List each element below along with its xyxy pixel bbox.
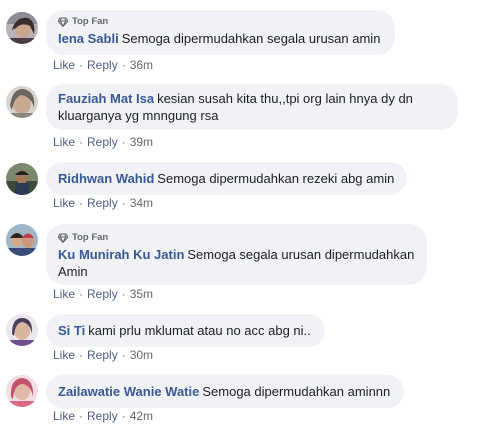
badge-label: Top Fan — [72, 232, 109, 243]
comment-actions: Like · Reply · 35m — [53, 287, 153, 301]
diamond-icon — [57, 233, 69, 244]
badge-label: Top Fan — [72, 16, 109, 27]
diamond-icon — [57, 17, 69, 28]
separator: · — [121, 409, 126, 423]
separator: · — [121, 135, 126, 149]
comment-bubble: Ridhwan Wahid Semoga dipermudahkan rezeki… — [46, 162, 407, 195]
comment-timestamp[interactable]: 34m — [130, 196, 153, 210]
avatar[interactable] — [6, 12, 38, 44]
comment-text: Semoga dipermudahkan rezeki abg amin — [157, 171, 395, 186]
comment-author[interactable]: Iena Sabli — [58, 31, 119, 46]
comment-timestamp[interactable]: 39m — [130, 135, 153, 149]
comment-actions: Like · Reply · 39m — [53, 135, 153, 149]
separator: · — [121, 196, 126, 210]
comment-actions: Like · Reply · 30m — [53, 348, 153, 362]
avatar[interactable] — [6, 224, 38, 256]
comment-text: Semoga dipermudahkan aminnn — [202, 384, 391, 399]
avatar[interactable] — [6, 375, 38, 407]
comment-bubble: Top Fan Ku Munirah Ku Jatin Semoga segala… — [46, 224, 427, 285]
comment-actions: Like · Reply · 42m — [53, 409, 153, 423]
like-button[interactable]: Like — [53, 287, 75, 301]
comment-author[interactable]: Zailawatie Wanie Watie — [58, 384, 199, 399]
reply-button[interactable]: Reply — [87, 287, 118, 301]
separator: · — [79, 409, 84, 423]
comment-author[interactable]: Si Ti — [58, 323, 85, 338]
reply-button[interactable]: Reply — [87, 135, 118, 149]
comment-bubble: Zailawatie Wanie Watie Semoga dipermudahk… — [46, 375, 404, 408]
comment-timestamp[interactable]: 36m — [130, 58, 153, 72]
avatar[interactable] — [6, 163, 38, 195]
like-button[interactable]: Like — [53, 135, 75, 149]
top-fan-badge: Top Fan — [57, 16, 383, 28]
comment-actions: Like · Reply · 34m — [53, 196, 153, 210]
separator: · — [121, 348, 126, 362]
like-button[interactable]: Like — [53, 348, 75, 362]
separator: · — [79, 135, 84, 149]
avatar[interactable] — [6, 314, 38, 346]
like-button[interactable]: Like — [53, 58, 75, 72]
separator: · — [79, 58, 84, 72]
reply-button[interactable]: Reply — [87, 348, 118, 362]
comment-author[interactable]: Ku Munirah Ku Jatin — [58, 247, 184, 262]
comment-bubble: Top Fan Iena Sabli Semoga dipermudahkan s… — [46, 10, 395, 55]
reply-button[interactable]: Reply — [87, 58, 118, 72]
comment-text: Semoga dipermudahkan segala urusan amin — [121, 31, 381, 46]
separator: · — [121, 287, 126, 301]
comment-text: kami prlu mklumat atau no acc abg ni.. — [88, 323, 311, 338]
top-fan-badge: Top Fan — [57, 232, 415, 244]
comment-bubble: Fauziah Mat Isa kesian susah kita thu,,tp… — [46, 84, 458, 130]
reply-button[interactable]: Reply — [87, 196, 118, 210]
comment-timestamp[interactable]: 42m — [130, 409, 153, 423]
comment-timestamp[interactable]: 30m — [130, 348, 153, 362]
separator: · — [79, 196, 84, 210]
reply-button[interactable]: Reply — [87, 409, 118, 423]
comment-actions: Like · Reply · 36m — [53, 58, 153, 72]
avatar[interactable] — [6, 86, 38, 118]
comment-author[interactable]: Fauziah Mat Isa — [58, 91, 154, 106]
separator: · — [121, 58, 126, 72]
comment-timestamp[interactable]: 35m — [130, 287, 153, 301]
separator: · — [79, 287, 84, 301]
comment-bubble: Si Ti kami prlu mklumat atau no acc abg n… — [46, 314, 325, 347]
like-button[interactable]: Like — [53, 409, 75, 423]
comment-author[interactable]: Ridhwan Wahid — [58, 171, 154, 186]
separator: · — [79, 348, 84, 362]
like-button[interactable]: Like — [53, 196, 75, 210]
